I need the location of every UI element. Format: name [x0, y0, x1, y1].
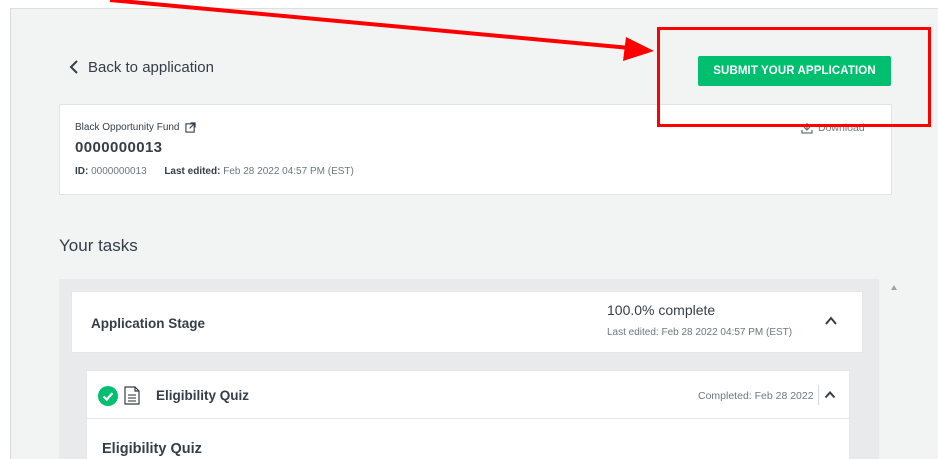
chevron-left-icon	[69, 60, 78, 74]
last-edited-value: Feb 28 2022 04:57 PM (EST)	[223, 166, 354, 177]
divider	[818, 385, 819, 405]
id-label: ID:	[75, 166, 89, 177]
task-item-card: Eligibility Quiz Completed: Feb 28 2022 …	[86, 370, 850, 459]
task-item-header: Eligibility Quiz Completed: Feb 28 2022	[87, 371, 849, 419]
application-number: 0000000013	[75, 139, 163, 156]
external-link-icon	[184, 122, 196, 133]
task-item-title[interactable]: Eligibility Quiz	[156, 388, 249, 403]
application-stage-card: Application Stage 100.0% complete Last e…	[71, 291, 863, 353]
stage-label: Application Stage	[91, 316, 206, 331]
chevron-up-icon[interactable]	[824, 314, 838, 328]
stage-percent-complete: 100.0% complete	[607, 302, 716, 318]
back-link-label: Back to application	[88, 58, 214, 76]
fund-name: Black Opportunity Fund	[75, 122, 180, 133]
last-edited-label: Last edited:	[164, 166, 221, 177]
tasks-scrollbar[interactable]	[888, 279, 901, 459]
task-item-completed-date: Completed: Feb 28 2022	[698, 390, 814, 402]
document-icon	[124, 386, 140, 405]
scroll-up-arrow-icon[interactable]	[891, 285, 897, 290]
id-value: 0000000013	[91, 166, 147, 177]
chevron-up-icon[interactable]	[824, 389, 836, 401]
fund-name-link[interactable]: Black Opportunity Fund	[75, 122, 196, 133]
check-circle-icon	[98, 386, 118, 406]
highlight-box-annotation	[657, 27, 931, 127]
stage-last-edited: Last edited: Feb 28 2022 04:57 PM (EST)	[607, 327, 793, 338]
task-item-body-title: Eligibility Quiz	[102, 441, 202, 457]
application-meta: ID: 0000000013 Last edited: Feb 28 2022 …	[75, 166, 354, 177]
back-to-application-link[interactable]: Back to application	[67, 58, 214, 76]
tasks-heading: Your tasks	[59, 236, 138, 255]
